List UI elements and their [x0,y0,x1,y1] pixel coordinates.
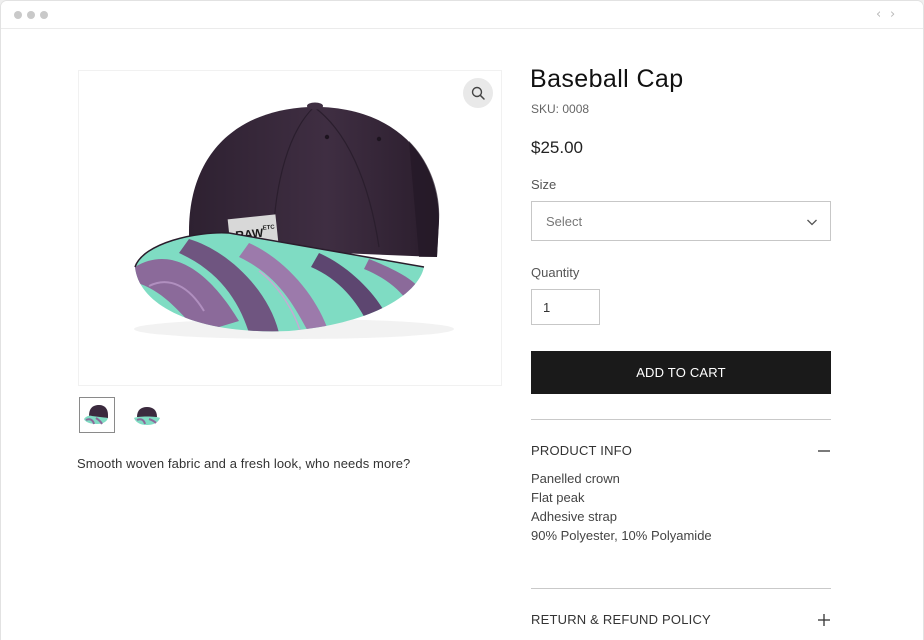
plus-icon [818,614,830,626]
quantity-field[interactable] [531,289,600,325]
size-label: Size [531,177,557,192]
product-info-line: Flat peak [531,490,585,505]
product-description: Smooth woven fabric and a fresh look, wh… [77,456,411,471]
browser-window: ‹ › RAW ETC Smooth woven fabric and a fr… [1,1,923,640]
product-info-toggle[interactable]: PRODUCT INFO [531,441,831,461]
cap-thumb-icon [134,407,160,425]
window-dot-icon [40,11,48,19]
cap-illustration: RAW ETC [134,102,454,339]
product-thumbnail[interactable] [79,397,115,433]
chevron-down-icon [807,219,817,226]
quantity-label: Quantity [531,265,580,280]
product-sku: SKU: 0008 [531,102,590,116]
chevron-right-icon[interactable]: › [890,7,895,22]
zoom-button[interactable] [463,78,493,108]
chevron-left-icon[interactable]: ‹ [876,7,881,22]
quantity-input[interactable] [532,290,599,324]
magnifier-icon [471,86,485,100]
add-to-cart-button[interactable]: ADD TO CART [531,351,831,394]
section-divider [531,419,831,420]
size-select[interactable]: Select [531,201,831,241]
product-info-line: Adhesive strap [531,509,617,524]
minus-icon [818,450,830,452]
return-policy-title: RETURN & REFUND POLICY [531,612,711,627]
product-info-line: 90% Polyester, 10% Polyamide [531,528,712,543]
browser-titlebar: ‹ › [1,1,923,29]
product-price: $25.00 [531,138,583,157]
size-select-value: Select [546,214,583,229]
return-policy-toggle[interactable]: RETURN & REFUND POLICY [531,610,831,630]
cap-thumb-icon [84,405,108,425]
product-info-line: Panelled crown [531,471,620,486]
product-title: Baseball Cap [530,65,684,93]
product-main-image[interactable]: RAW ETC [78,70,502,386]
window-dot-icon [14,11,22,19]
window-dot-icon [27,11,35,19]
product-info-title: PRODUCT INFO [531,443,633,458]
section-divider [531,588,831,589]
product-thumbnail[interactable] [129,397,165,433]
